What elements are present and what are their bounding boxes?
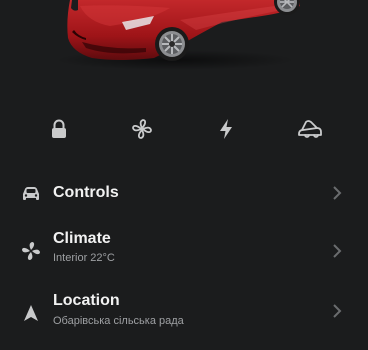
- frunk-button[interactable]: [293, 112, 327, 146]
- fan-icon: [132, 119, 152, 139]
- car-icon: [20, 182, 42, 204]
- chevron-right-icon: [333, 304, 342, 318]
- location-subtitle: Обарівська сільська рада: [53, 315, 184, 327]
- car-image: [55, 0, 300, 70]
- trunk-icon: [298, 120, 322, 138]
- lock-icon: [52, 119, 66, 138]
- fan-icon: [20, 240, 42, 262]
- vehicle-image: [0, 0, 368, 100]
- climate-subtitle: Interior 22°C: [53, 252, 115, 264]
- lock-button[interactable]: [42, 112, 76, 146]
- navigation-arrow-icon: [20, 302, 42, 324]
- menu-row-climate[interactable]: Climate Interior 22°C: [0, 224, 368, 278]
- controls-title: Controls: [53, 184, 119, 201]
- location-title: Location: [53, 292, 120, 309]
- quick-actions-bar: [0, 112, 368, 146]
- chevron-right-icon: [333, 244, 342, 258]
- chevron-right-icon: [333, 186, 342, 200]
- climate-title: Climate: [53, 230, 111, 247]
- menu-row-location[interactable]: Location Обарівська сільська рада: [0, 286, 368, 340]
- charge-button[interactable]: [209, 112, 243, 146]
- bolt-icon: [220, 119, 232, 139]
- climate-button[interactable]: [125, 112, 159, 146]
- menu-row-controls[interactable]: Controls: [0, 166, 368, 220]
